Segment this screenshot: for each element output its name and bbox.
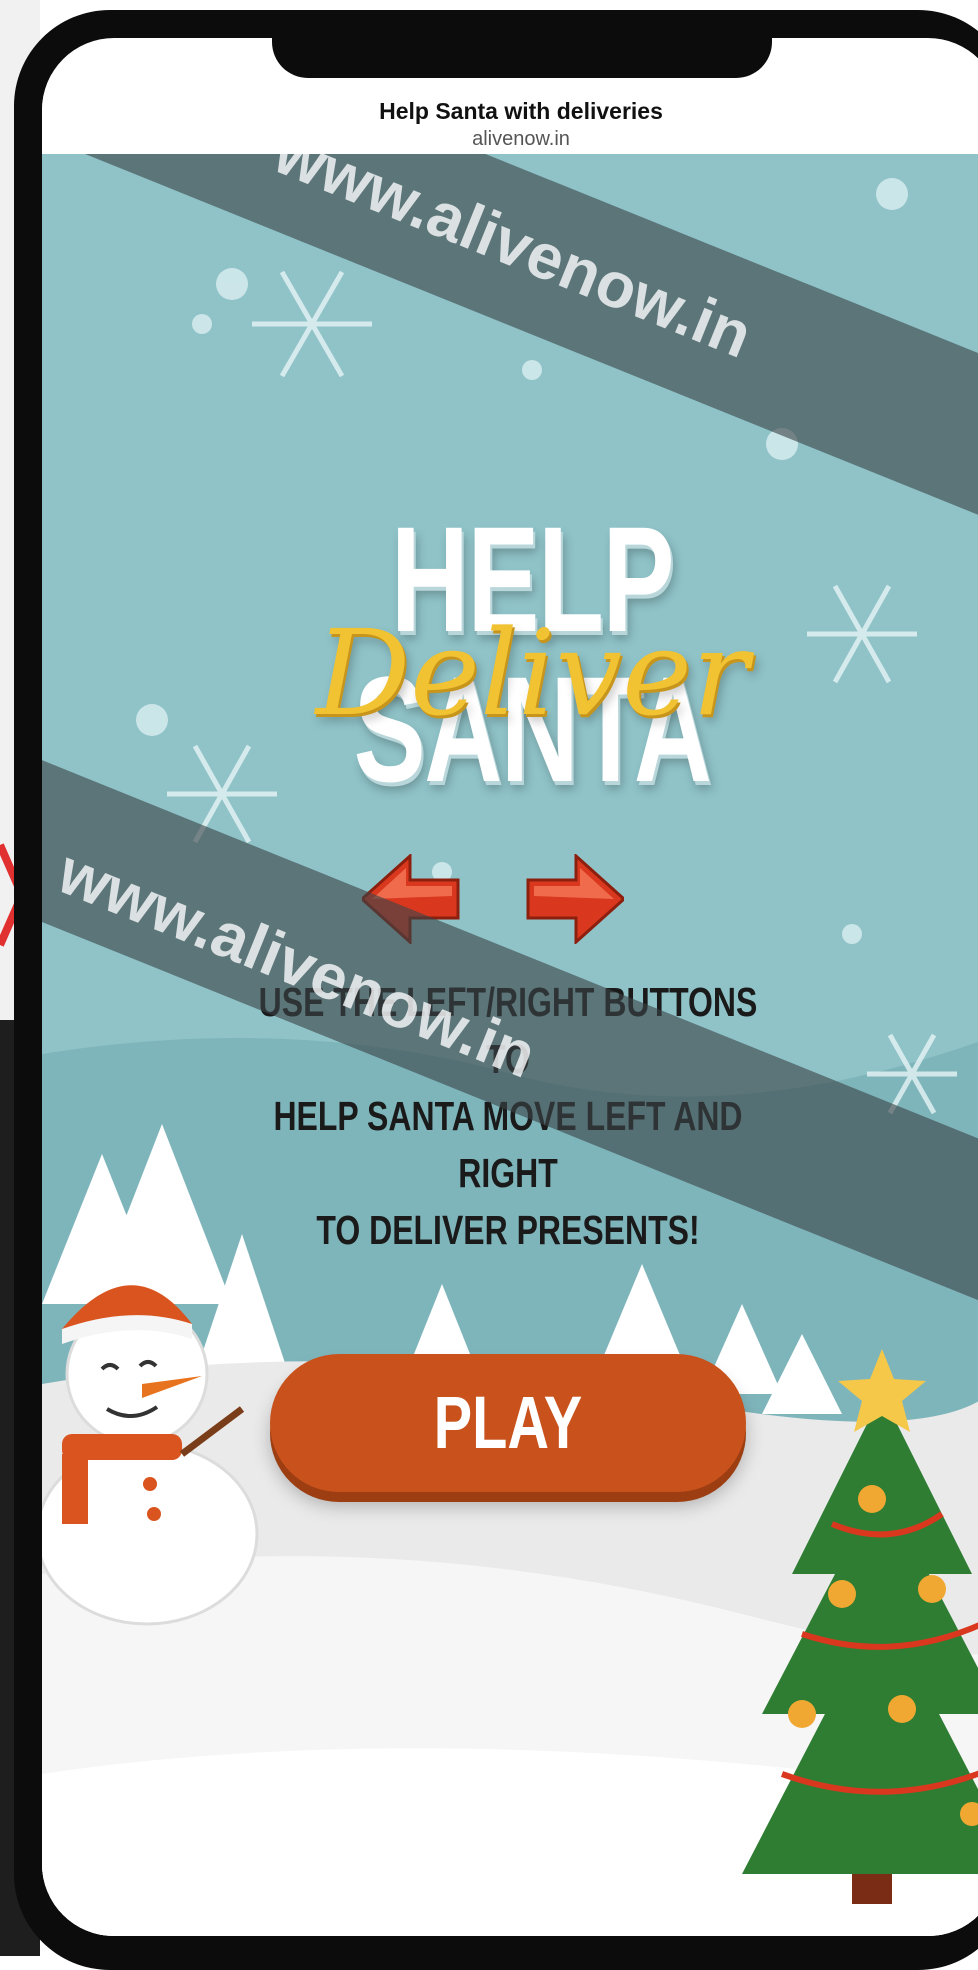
page-title: Help Santa with deliveries <box>379 98 663 124</box>
phone-screen: Help Santa with deliveries alivenow.in H… <box>42 38 978 1936</box>
game-canvas[interactable]: HELP SANTA Deliver USE THE LEFT/RIGHT BU… <box>42 154 978 1936</box>
arrow-right-icon[interactable] <box>524 854 624 944</box>
game-subtitle: Deliver <box>315 604 749 742</box>
play-button[interactable]: PLAY <box>270 1354 746 1492</box>
phone-notch <box>272 38 772 78</box>
phone-frame: Help Santa with deliveries alivenow.in H… <box>14 10 978 1970</box>
play-button-label: PLAY <box>433 1381 583 1464</box>
page-url[interactable]: alivenow.in <box>42 128 978 151</box>
